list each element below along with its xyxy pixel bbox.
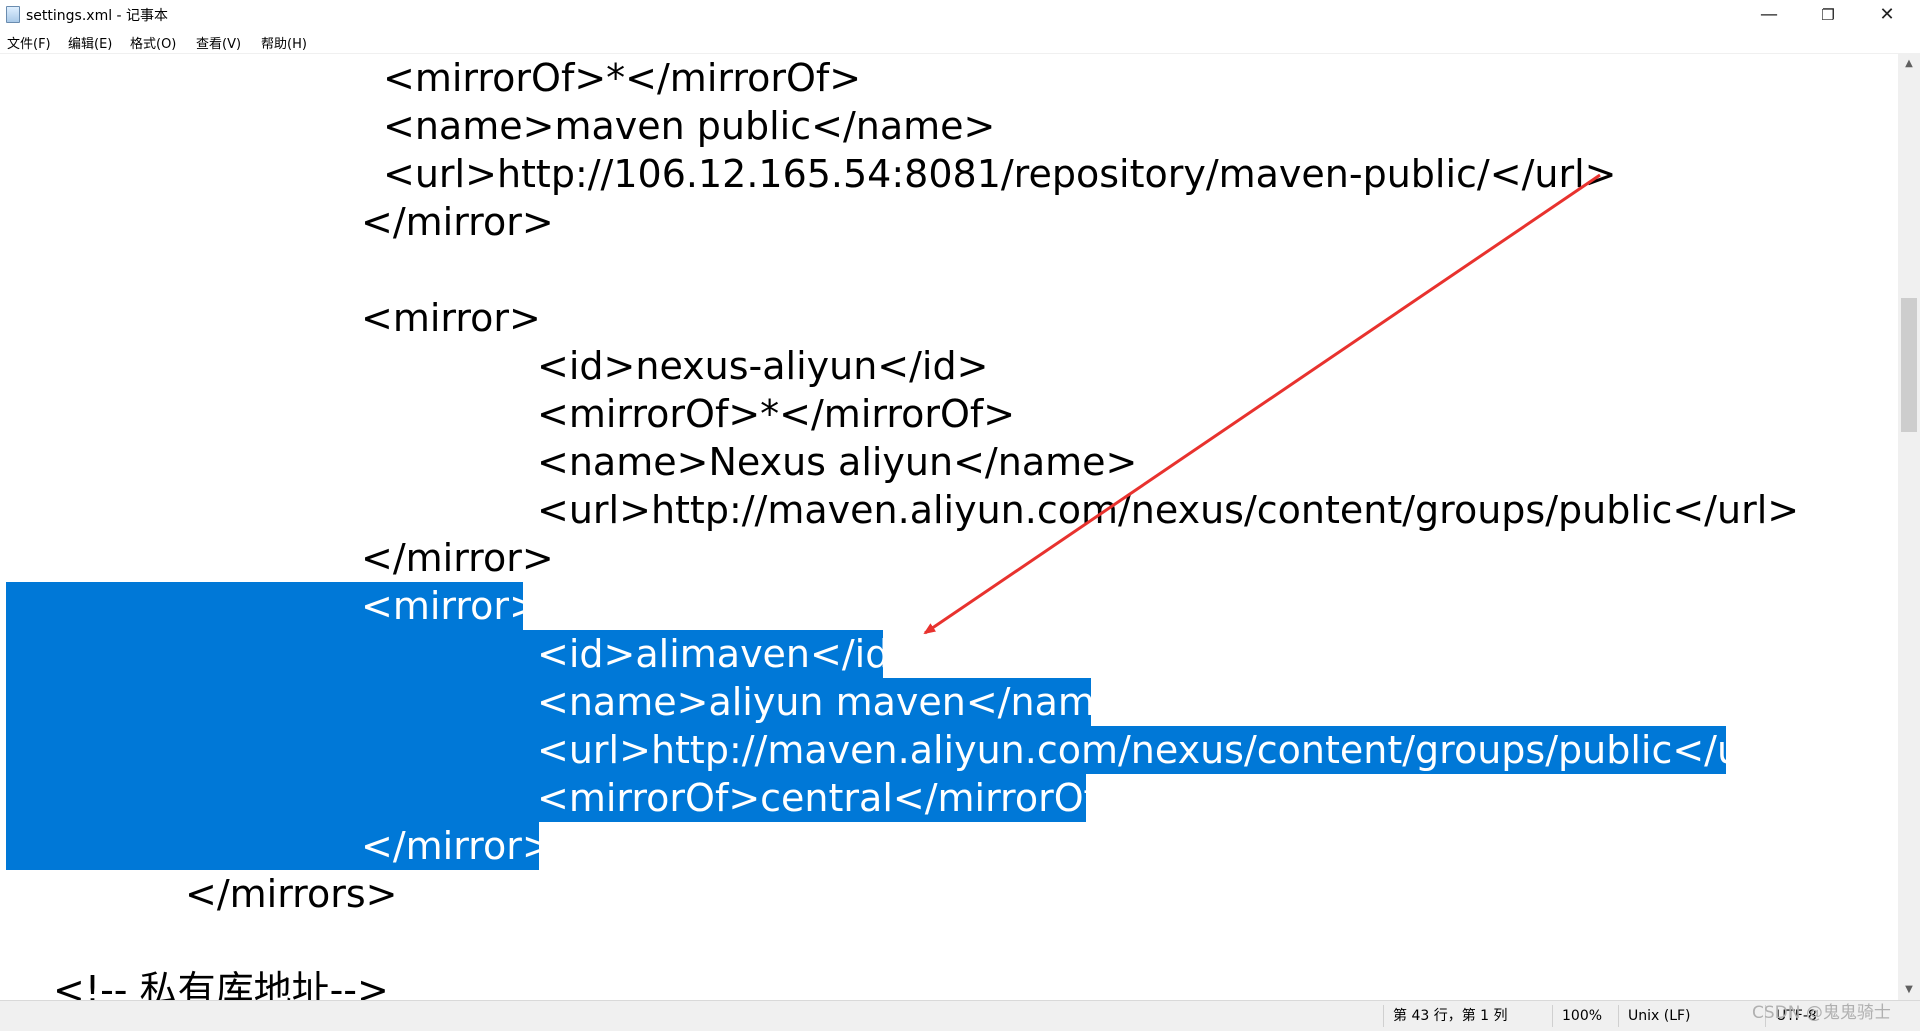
line-ending: Unix (LF) bbox=[1628, 1008, 1691, 1024]
window-title: settings.xml - 记事本 bbox=[26, 8, 169, 24]
menu-format[interactable]: 格式(O) bbox=[130, 33, 176, 52]
code-line-selected: <id>alimaven</id> bbox=[537, 632, 922, 676]
menu-bar: 文件(F) 编辑(E) 格式(O) 查看(V) 帮助(H) bbox=[0, 30, 1920, 53]
code-line: </mirrors> bbox=[185, 872, 398, 916]
code-line-selected: <name>aliyun maven</name> bbox=[537, 680, 1151, 724]
code-line-selected: </mirror> bbox=[361, 824, 554, 868]
code-line: <!-- 私有库地址--> bbox=[53, 968, 389, 1000]
vertical-scrollbar[interactable]: ▲ ▼ bbox=[1898, 54, 1920, 1000]
code-line: <url>http://106.12.165.54:8081/repositor… bbox=[383, 152, 1617, 196]
maximize-button[interactable]: ❐ bbox=[1799, 0, 1857, 30]
code-line: <url>http://maven.aliyun.com/nexus/conte… bbox=[537, 488, 1800, 532]
status-bar: 第 43 行，第 1 列 100% Unix (LF) UTF-8 bbox=[0, 1000, 1920, 1031]
notepad-icon bbox=[6, 6, 20, 23]
code-line: <mirrorOf>*</mirrorOf> bbox=[383, 56, 862, 100]
text-editor[interactable]: <mirrorOf>*</mirrorOf> <name>maven publi… bbox=[0, 54, 1898, 1000]
code-line: <name>Nexus aliyun</name> bbox=[537, 440, 1138, 484]
cursor-position: 第 43 行，第 1 列 bbox=[1393, 1008, 1508, 1024]
menu-file[interactable]: 文件(F) bbox=[7, 33, 51, 52]
code-line: <mirror> bbox=[361, 296, 541, 340]
menu-help[interactable]: 帮助(H) bbox=[261, 33, 307, 52]
close-button[interactable]: ✕ bbox=[1858, 0, 1916, 30]
title-bar: settings.xml - 记事本 — ❐ ✕ bbox=[0, 0, 1920, 30]
code-line-selected: <mirrorOf>central</mirrorOf> bbox=[537, 776, 1129, 820]
code-line-selected: <url>http://maven.aliyun.com/nexus/conte… bbox=[537, 728, 1800, 772]
scroll-up-arrow-icon[interactable]: ▲ bbox=[1898, 54, 1920, 74]
code-line: <id>nexus-aliyun</id> bbox=[537, 344, 989, 388]
watermark: CSDN @鬼鬼骑士 bbox=[1752, 1003, 1891, 1023]
zoom-level: 100% bbox=[1562, 1008, 1603, 1024]
status-divider bbox=[1618, 1005, 1619, 1027]
code-line: <name>maven public</name> bbox=[383, 104, 996, 148]
scrollbar-thumb[interactable] bbox=[1901, 298, 1917, 432]
code-line: </mirror> bbox=[361, 536, 554, 580]
minimize-button[interactable]: — bbox=[1740, 0, 1798, 30]
status-divider bbox=[1552, 1005, 1553, 1027]
menu-view[interactable]: 查看(V) bbox=[196, 33, 241, 52]
status-divider bbox=[1383, 1005, 1384, 1027]
menu-edit[interactable]: 编辑(E) bbox=[68, 33, 112, 52]
code-line: <mirrorOf>*</mirrorOf> bbox=[537, 392, 1016, 436]
code-line-selected: <mirror> bbox=[361, 584, 541, 628]
code-line: </mirror> bbox=[361, 200, 554, 244]
scroll-down-arrow-icon[interactable]: ▼ bbox=[1898, 980, 1920, 1000]
